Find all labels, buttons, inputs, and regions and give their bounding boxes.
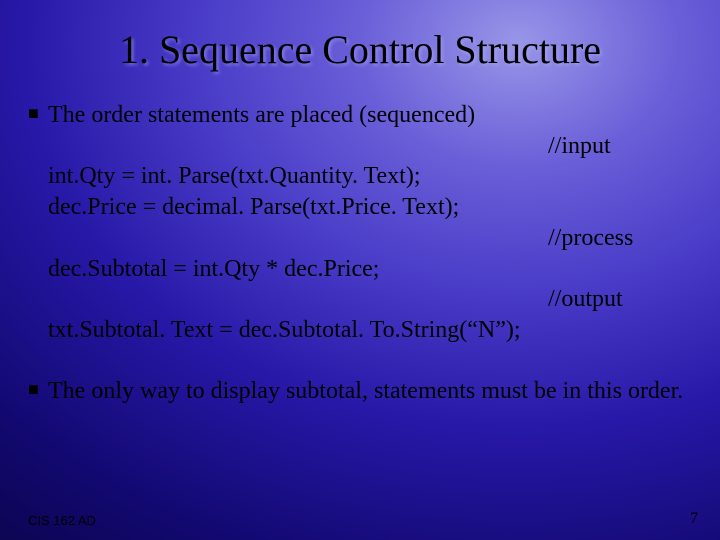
- bullet-text: The only way to display subtotal, statem…: [48, 376, 700, 407]
- code-comment-process: //process: [48, 223, 700, 254]
- code-comment-input: //input: [48, 131, 700, 162]
- code-line: int.Qty = int. Parse(txt.Quantity. Text)…: [48, 161, 700, 192]
- slide-title: 1. Sequence Control Structure: [0, 26, 720, 73]
- slide-body: ■ The order statements are placed (seque…: [28, 100, 700, 406]
- code-line: txt.Subtotal. Text = dec.Subtotal. To.St…: [48, 315, 700, 346]
- bullet-item: ■ The only way to display subtotal, stat…: [28, 376, 700, 407]
- bullet-square-icon: ■: [28, 376, 48, 404]
- footer-page-number: 7: [690, 510, 698, 528]
- slide: 1. Sequence Control Structure ■ The orde…: [0, 0, 720, 540]
- code-line: dec.Price = decimal. Parse(txt.Price. Te…: [48, 192, 700, 223]
- spacer: [28, 346, 700, 376]
- code-comment-output: //output: [48, 284, 700, 315]
- bullet-text: The order statements are placed (sequenc…: [48, 100, 700, 131]
- bullet-item: ■ The order statements are placed (seque…: [28, 100, 700, 131]
- footer-course: CIS 162 AD: [28, 513, 96, 528]
- bullet-square-icon: ■: [28, 100, 48, 128]
- code-line: dec.Subtotal = int.Qty * dec.Price;: [48, 254, 700, 285]
